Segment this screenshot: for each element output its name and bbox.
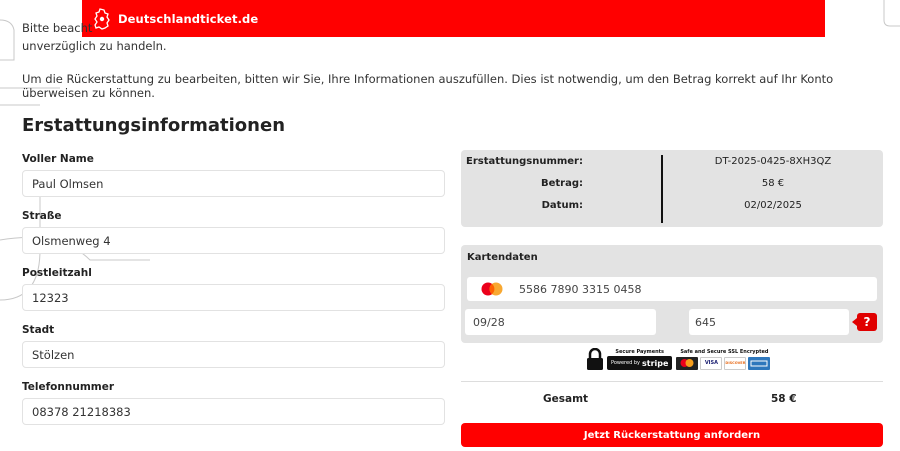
card-number-value: 5586 7890 3315 0458: [519, 282, 642, 296]
security-badges: Secure Payments Powered by stripe Safe a…: [586, 346, 776, 370]
request-refund-button[interactable]: Jetzt Rückerstattung anfordern: [461, 423, 883, 447]
mastercard-logo-icon: [676, 356, 699, 370]
total-label: Gesamt: [543, 393, 589, 405]
name-field[interactable]: Paul Olmsen: [22, 170, 445, 197]
postal-code-label: Postleitzahl: [22, 267, 92, 279]
discover-logo: DISCOVER: [724, 356, 747, 370]
visa-logo: VISA: [700, 356, 723, 370]
amex-logo-icon: [748, 356, 771, 370]
street-label: Straße: [22, 210, 62, 222]
card-number-field[interactable]: 5586 7890 3315 0458: [467, 277, 877, 301]
germany-map-icon: [94, 7, 110, 30]
intro-text-line2: unverzüglich zu handeln.: [22, 39, 167, 53]
name-label: Voller Name: [22, 153, 94, 165]
ssl-badge: Safe and Secure SSL Encrypted VISA DISCO…: [676, 349, 772, 370]
postal-code-field[interactable]: 12323: [22, 284, 445, 311]
ssl-caption: Safe and Secure SSL Encrypted: [680, 349, 769, 355]
powered-by-text: Powered by: [611, 360, 640, 366]
stripe-badge: Powered by stripe: [607, 356, 673, 370]
amount-value: 58 €: [761, 178, 785, 189]
intro-text-line1: Bitte beacht: [22, 21, 93, 35]
street-field[interactable]: Olsmenweg 4: [22, 227, 445, 254]
expiry-field[interactable]: 09/28: [465, 309, 656, 335]
amount-label: Betrag:: [540, 178, 583, 189]
date-label: Datum:: [541, 200, 583, 211]
cvc-field[interactable]: 645: [689, 309, 849, 335]
city-label: Stadt: [22, 324, 55, 336]
intro-text-paragraph: Um die Rückerstattung zu bearbeiten, bit…: [22, 72, 834, 100]
mastercard-icon: [481, 282, 503, 296]
refund-summary: Erstattungsnummer: DT-2025-0425-8XH3QZ B…: [461, 150, 883, 227]
phone-label: Telefonnummer: [22, 381, 114, 393]
form-title: Erstattungsinformationen: [22, 115, 286, 136]
cvc-help-button[interactable]: ?: [852, 313, 877, 331]
total-value: 58 €: [771, 393, 797, 405]
brand-name[interactable]: Deutschlandticket.de: [118, 12, 258, 26]
card-details-panel: Kartendaten 5586 7890 3315 0458 09/28 64…: [461, 245, 883, 343]
refund-number-label: Erstattungsnummer:: [466, 156, 583, 167]
secure-payments-caption: Secure Payments: [615, 349, 665, 355]
phone-field[interactable]: 08378 21218383: [22, 398, 445, 425]
date-value: 02/02/2025: [744, 200, 802, 211]
divider: [461, 381, 883, 382]
lock-icon: [587, 348, 603, 370]
card-details-title: Kartendaten: [467, 252, 538, 263]
city-field[interactable]: Stölzen: [22, 341, 445, 368]
stripe-text: stripe: [641, 358, 669, 368]
header-banner: Deutschlandticket.de: [82, 0, 825, 37]
refund-number-value: DT-2025-0425-8XH3QZ: [714, 156, 832, 167]
secure-payments-badge: Secure Payments Powered by stripe: [607, 349, 673, 370]
